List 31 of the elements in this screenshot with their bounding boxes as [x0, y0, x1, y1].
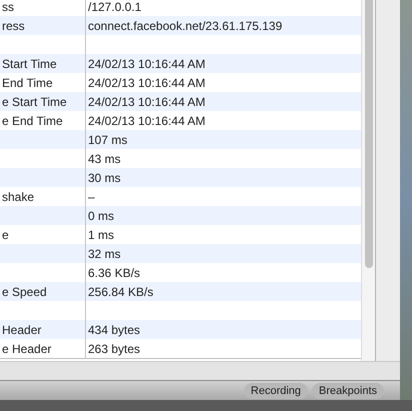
table-cell-text: – [88, 188, 95, 206]
scrollbar-thumb[interactable] [364, 0, 372, 268]
table-cell-text: 263 bytes [88, 340, 140, 358]
table-cell-text: 256.84 KB/s [88, 284, 154, 300]
table-cell-text: 107 ms [88, 132, 128, 148]
table-cell-text: 24/02/13 10:16:44 AM [88, 74, 206, 92]
table-cell-text: e Start Time [2, 94, 67, 110]
table-cell-text: e Header [2, 340, 52, 358]
table-cell-text: 24/02/13 10:16:44 AM [88, 94, 206, 110]
table-cell-text: 32 ms [88, 246, 121, 262]
status-button[interactable]: Breakpoints [312, 382, 384, 398]
table-cell-text: e [2, 226, 9, 244]
table-cell-text: ress [2, 18, 25, 34]
table-cell-text: e End Time [2, 112, 63, 130]
table-cell-text: 0 ms [88, 208, 114, 224]
table-cell-text: 434 bytes [88, 322, 140, 338]
table-cell-text: shake [2, 188, 34, 206]
table-cell-text: 6.36 KB/s [88, 264, 140, 282]
table-cell-text: 24/02/13 10:16:44 AM [88, 112, 206, 130]
table-cell-text: 30 ms [88, 170, 121, 186]
table-cell-text: connect.facebook.net/23.61.175.139 [88, 18, 282, 34]
table-cell-text: 1 ms [88, 226, 114, 244]
table-cell-text: 43 ms [88, 150, 121, 168]
table-cell-text: 24/02/13 10:16:44 AM [88, 56, 206, 72]
table-cell-text: Header [2, 322, 42, 338]
status-button[interactable]: Recording [244, 382, 308, 398]
table-cell-text: Start Time [2, 56, 57, 72]
table-cell: ss [2, 0, 14, 16]
table-cell: /127.0.0.1 [88, 0, 142, 16]
table-cell-text: End Time [2, 74, 53, 92]
table-cell-text: e Speed [2, 284, 47, 300]
